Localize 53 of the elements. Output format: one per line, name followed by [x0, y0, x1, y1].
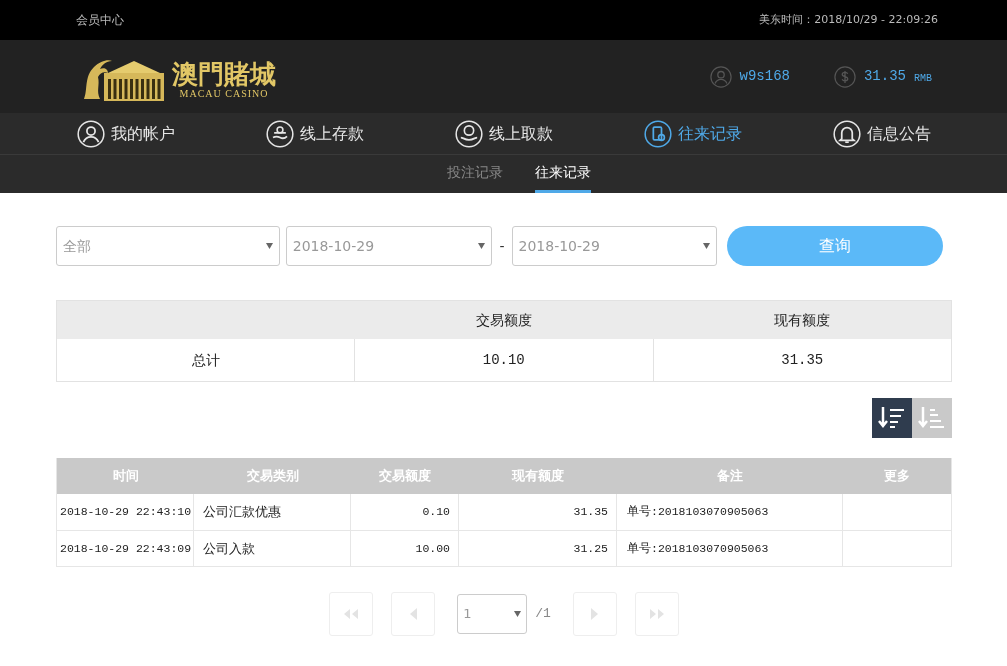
- caret-icon: [703, 243, 711, 249]
- currency-text: RMB: [914, 71, 932, 86]
- table-cell-text: 31.35: [572, 504, 609, 521]
- bell-icon: [833, 119, 861, 148]
- table-cell-text: 2018-10-29 22:43:09: [59, 540, 193, 557]
- table-cell-text: 31.25: [572, 540, 609, 557]
- nav-tab[interactable]: 线上取款: [455, 119, 553, 148]
- field-value: 1: [463, 605, 472, 624]
- double-triangle-icon: [344, 609, 359, 619]
- sub-tab[interactable]: 投注记录: [446, 155, 503, 193]
- table-cell: 总计: [57, 339, 355, 381]
- clock-text: 美东时间：2018/10/29 - 22:09:26: [759, 11, 938, 28]
- dropdown-field[interactable]: 全部: [56, 226, 280, 266]
- table-cell-text: 单号:2018103070905063: [626, 504, 770, 521]
- sort-ascending-icon: [917, 405, 947, 431]
- table-cell-text: 单号:2018103070905063: [626, 540, 770, 557]
- caret-icon: [514, 611, 522, 617]
- nav-tab[interactable]: 线上存款: [266, 119, 364, 148]
- table-cell-text: 10.00: [414, 540, 451, 557]
- username-text: w9s168: [739, 67, 790, 86]
- field-value: 全部: [63, 236, 91, 256]
- nav-tab[interactable]: 往来记录: [644, 119, 742, 148]
- column-header: 交易额度: [475, 310, 533, 330]
- page-total: /1: [535, 605, 551, 624]
- dropdown-field[interactable]: 2018-10-29: [511, 226, 718, 266]
- field-value: 2018-10-29: [292, 236, 375, 256]
- dropdown-field[interactable]: 2018-10-29: [285, 226, 493, 266]
- table-cell-text: 2018-10-29 22:43:10: [59, 504, 193, 521]
- sub-tab[interactable]: 往来记录: [534, 155, 591, 193]
- balance-text: 31.35: [863, 67, 906, 86]
- caret-icon: [478, 243, 486, 249]
- triangle-icon: [409, 608, 417, 620]
- table-cell-text: 公司汇款优惠: [202, 503, 282, 522]
- table-cell: 10.10: [355, 339, 654, 381]
- table-cell-text: 31.35: [780, 350, 825, 370]
- sort-descending-icon: [877, 405, 907, 431]
- nav-tab[interactable]: 信息公告: [833, 119, 931, 148]
- double-triangle-icon: [649, 609, 664, 619]
- sort-button[interactable]: [872, 398, 912, 438]
- range-separator: -: [498, 236, 506, 256]
- nav-tab[interactable]: 我的帐户: [77, 119, 175, 148]
- user-icon: [77, 119, 105, 148]
- dollar-icon: [833, 65, 856, 88]
- triangle-icon: [591, 608, 599, 620]
- page-title: 会员中心: [76, 12, 124, 29]
- user-icon: [709, 65, 732, 88]
- logo-subtitle: MACAU CASINO: [179, 87, 269, 99]
- logo-title: 澳門賭城: [172, 59, 276, 88]
- field-value: 2018-10-29: [518, 236, 600, 256]
- table-cell-text: 公司入款: [202, 539, 256, 558]
- table-cell-text: 0.10: [421, 504, 451, 521]
- column-header: 现有额度: [773, 310, 831, 330]
- caret-icon: [265, 243, 273, 249]
